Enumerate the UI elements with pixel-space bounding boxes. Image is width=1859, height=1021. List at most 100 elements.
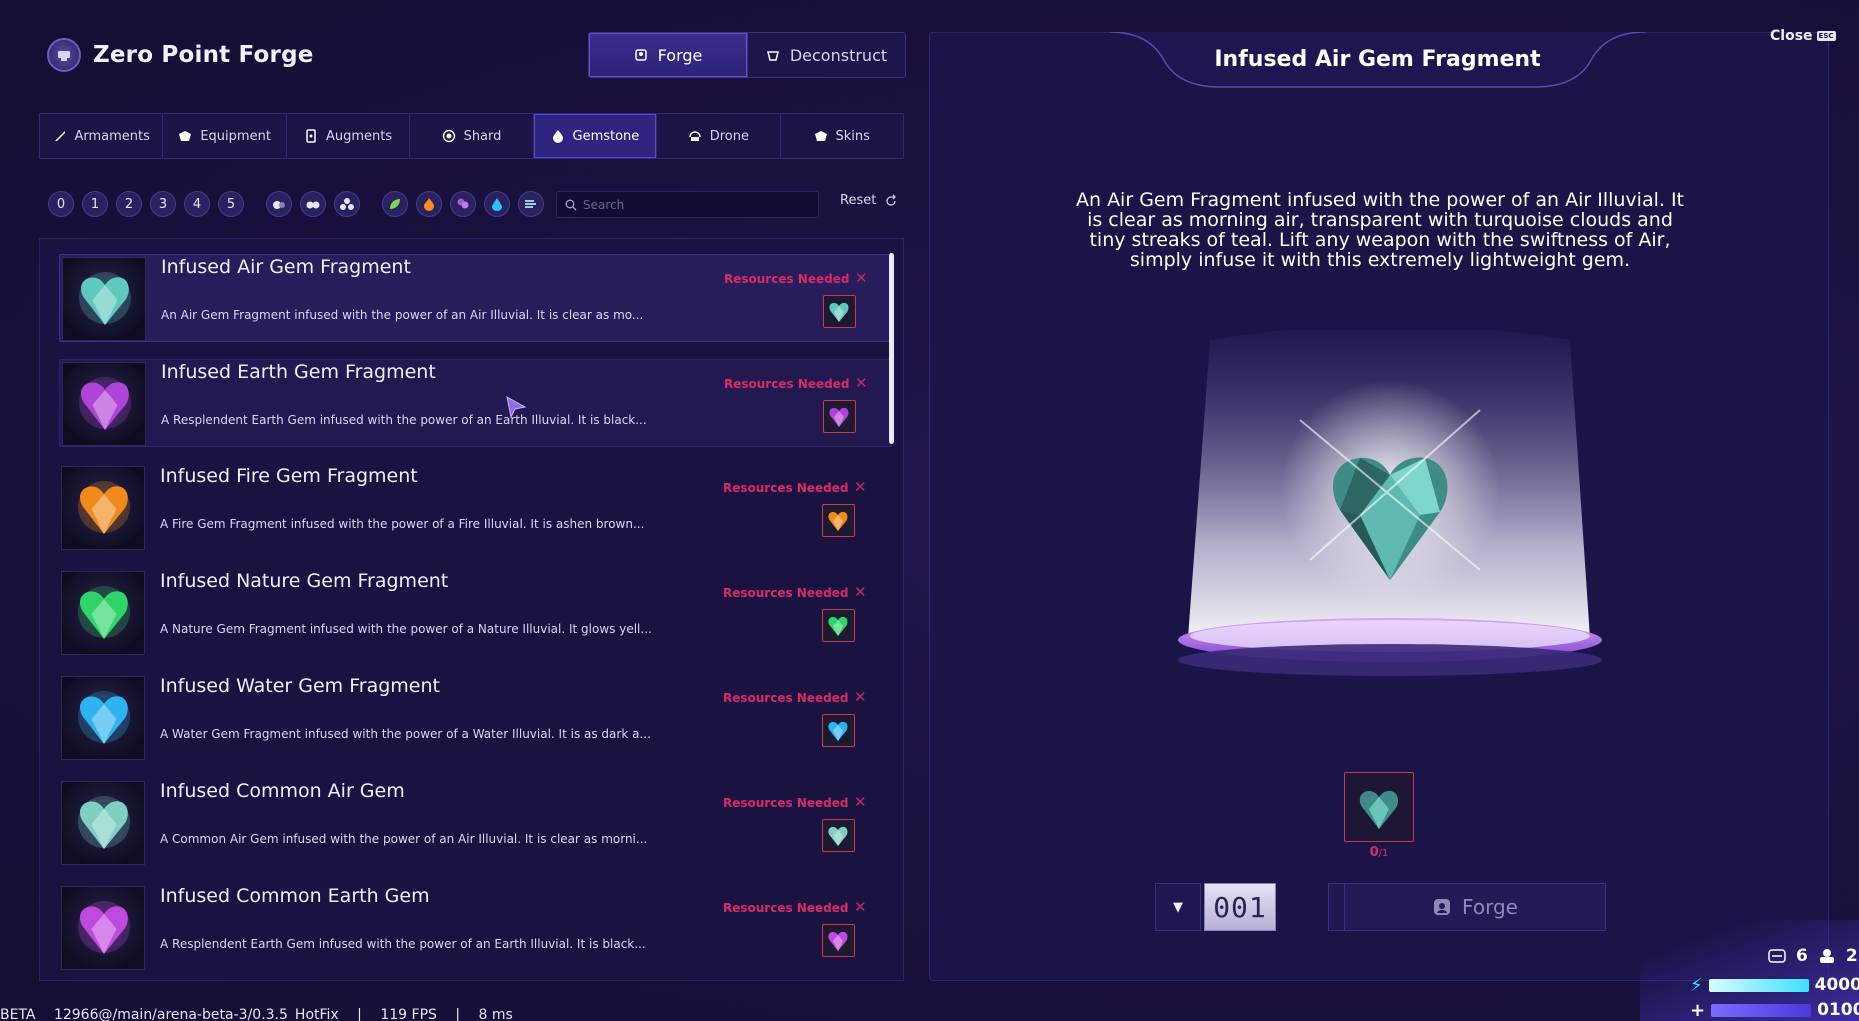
- size-filter-one[interactable]: [266, 191, 292, 217]
- separator: |: [357, 1007, 362, 1021]
- item-title: Infused Common Air Gem: [160, 780, 405, 802]
- tab-gemstone-label: Gemstone: [572, 128, 640, 144]
- one-dot-icon: [273, 201, 285, 209]
- required-count: 0/1: [1344, 845, 1414, 860]
- list-item[interactable]: Infused Fire Gem Fragment A Fire Gem Fra…: [59, 464, 903, 552]
- gem-icon: [829, 302, 849, 322]
- resource-slot[interactable]: [822, 504, 855, 537]
- health-fill: [1711, 1003, 1812, 1017]
- energy-fill: [1708, 978, 1809, 992]
- earth-icon: [457, 198, 469, 209]
- resource-slot[interactable]: [822, 714, 855, 747]
- item-thumbnail: [62, 257, 146, 341]
- missing-icon: ✕: [854, 793, 867, 811]
- quantity-decrease-button[interactable]: ▼: [1155, 883, 1201, 931]
- tab-deconstruct[interactable]: Deconstruct: [747, 33, 905, 77]
- tab-forge-label: Forge: [657, 45, 703, 65]
- list-item[interactable]: Infused Common Air Gem A Common Air Gem …: [59, 779, 903, 867]
- detail-title: Infused Air Gem Fragment: [1214, 47, 1541, 72]
- item-title: Infused Water Gem Fragment: [160, 675, 440, 697]
- missing-icon: ✕: [854, 583, 867, 601]
- app-logo: Zero Point Forge: [47, 38, 314, 72]
- gem-icon: [78, 586, 130, 639]
- tab-augments[interactable]: Augments: [285, 114, 410, 158]
- item-description: A Nature Gem Fragment infused with the p…: [160, 622, 652, 636]
- tier-filter-2[interactable]: 2: [116, 191, 142, 217]
- recipe-list: Infused Air Gem Fragment An Air Gem Frag…: [39, 238, 904, 981]
- list-scrollbar[interactable]: [889, 253, 894, 444]
- forge-button-label: Forge: [1462, 895, 1518, 919]
- token-count: 6: [1796, 946, 1808, 966]
- tab-drone[interactable]: Drone: [656, 114, 780, 158]
- element-filter-fire[interactable]: [416, 191, 442, 217]
- search-input[interactable]: [583, 197, 803, 212]
- resource-slot[interactable]: [823, 295, 856, 328]
- air-icon: [525, 200, 536, 208]
- drone-icon: [688, 131, 701, 141]
- list-item[interactable]: Infused Water Gem Fragment A Water Gem F…: [59, 674, 903, 762]
- item-title: Infused Earth Gem Fragment: [161, 361, 436, 383]
- tier-filter-3[interactable]: 3: [150, 191, 176, 217]
- gem-display-pedestal: [1178, 330, 1602, 676]
- tier-filter-1[interactable]: 1: [82, 191, 108, 217]
- gem-icon: [78, 796, 130, 849]
- forge-icon: [634, 49, 647, 61]
- filter-bar: 0 1 2 3 4 5: [48, 190, 552, 218]
- equipment-icon: [179, 131, 192, 141]
- element-filter-nature[interactable]: [382, 191, 408, 217]
- search-field[interactable]: [556, 191, 819, 218]
- close-button[interactable]: Close ESC: [1770, 28, 1836, 44]
- item-description: A Common Air Gem infused with the power …: [160, 832, 648, 846]
- status-label: Resources Needed: [723, 586, 849, 600]
- tab-forge[interactable]: Forge: [589, 33, 747, 77]
- status-label: Resources Needed: [724, 377, 850, 391]
- augments-icon: [306, 129, 316, 143]
- tab-gemstone[interactable]: Gemstone: [532, 114, 657, 158]
- tier-filter-0[interactable]: 0: [48, 191, 74, 217]
- tab-skins[interactable]: Skins: [779, 114, 903, 158]
- armaments-icon: [54, 131, 65, 141]
- item-description: A Water Gem Fragment infused with the po…: [160, 727, 651, 741]
- crew-icon: [1819, 949, 1834, 963]
- fps-counter: 119 FPS: [380, 1007, 437, 1021]
- list-item[interactable]: Infused Common Earth Gem A Resplendent E…: [59, 884, 903, 972]
- size-filter-three[interactable]: [334, 191, 360, 217]
- tier-filter-4[interactable]: 4: [184, 191, 210, 217]
- reset-icon: [886, 194, 897, 206]
- tier-filter-5[interactable]: 5: [218, 191, 244, 217]
- tab-armaments-label: Armaments: [74, 128, 150, 144]
- forge-logo-icon: [47, 38, 81, 72]
- shard-icon: [442, 129, 455, 143]
- resource-slot[interactable]: [823, 400, 856, 433]
- list-item[interactable]: Infused Earth Gem Fragment A Resplendent…: [59, 359, 892, 447]
- fire-icon: [424, 198, 434, 211]
- size-filter-two[interactable]: [300, 191, 326, 217]
- search-icon: [565, 199, 577, 210]
- resource-slot[interactable]: [822, 609, 855, 642]
- missing-icon: ✕: [855, 374, 868, 392]
- gem-icon: [829, 407, 849, 427]
- reset-button[interactable]: Reset: [840, 193, 898, 208]
- forge-button[interactable]: Forge: [1344, 883, 1606, 931]
- required-resource-slot[interactable]: [1344, 772, 1414, 842]
- tab-equipment[interactable]: Equipment: [162, 114, 286, 158]
- list-item[interactable]: Infused Nature Gem Fragment A Nature Gem…: [59, 569, 903, 657]
- tab-armaments[interactable]: Armaments: [40, 114, 163, 158]
- item-description: An Air Gem Fragment infused with the pow…: [161, 308, 644, 322]
- gem-icon: [79, 377, 131, 430]
- tab-shard[interactable]: Shard: [409, 114, 533, 158]
- item-thumbnail: [61, 886, 145, 970]
- lightning-icon: ⚡: [1690, 974, 1703, 996]
- element-filter-water[interactable]: [484, 191, 510, 217]
- resource-slot[interactable]: [822, 819, 855, 852]
- resource-slot[interactable]: [822, 924, 855, 957]
- list-item[interactable]: Infused Air Gem Fragment An Air Gem Frag…: [59, 254, 892, 342]
- tab-drone-label: Drone: [709, 128, 749, 144]
- esc-key-icon: ESC: [1816, 31, 1836, 41]
- category-tabs: Armaments Equipment Augments Shard Gemst…: [39, 113, 904, 159]
- element-filter-earth[interactable]: [450, 191, 476, 217]
- item-description: A Resplendent Earth Gem infused with the…: [161, 413, 647, 427]
- quantity-input[interactable]: [1204, 883, 1276, 931]
- element-filter-air[interactable]: [518, 191, 544, 217]
- gem-icon: [828, 616, 848, 636]
